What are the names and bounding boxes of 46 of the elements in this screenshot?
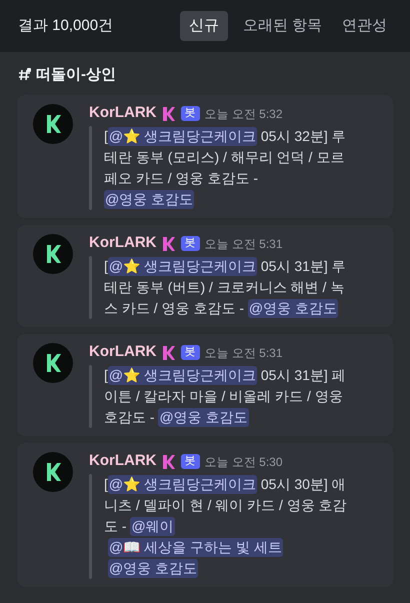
quote-bar xyxy=(89,256,92,318)
mention-link[interactable]: @영웅 호감도 xyxy=(108,558,198,578)
channel-name: 떠돌이-상인 xyxy=(36,65,116,85)
result-count: 결과 10,000건 xyxy=(18,16,114,36)
message-card[interactable]: KorLARK 봇 오늘 오전 5:30 [@⭐ 생크림당근케이크 05시 30분] 애니츠 / 델파이 현 / 웨이 카드 / 영웅 호감도 - @웨이 @📖 세상을 구하는 빛 세트 @영웅 호감도 xyxy=(17,442,393,586)
role-icon xyxy=(162,344,176,360)
mention-link[interactable]: @⭐ 생크림당근케이크 xyxy=(108,366,257,384)
bot-tag: 봇 xyxy=(180,345,200,360)
avatar-icon xyxy=(33,104,73,144)
sort-tab[interactable]: 오래된 항목 xyxy=(238,10,327,42)
mention-link[interactable]: @⭐ 생크림당근케이크 xyxy=(108,474,257,494)
avatar-icon xyxy=(33,234,73,274)
timestamp: 오늘 오전 5:30 xyxy=(204,454,283,470)
message-card[interactable]: KorLARK 봇 오늘 오전 5:31 [@⭐ 생크림당근케이크 05시 31분] 페이튼 / 칼라자 마을 / 비올레 카드 / 영웅 호감도 - @영웅 호감도 xyxy=(17,334,393,436)
avatar-icon xyxy=(33,452,73,492)
author-name[interactable]: KorLARK xyxy=(89,450,156,473)
timestamp: 오늘 오전 5:31 xyxy=(204,344,283,362)
bot-tag: 봇 xyxy=(180,106,200,121)
channel-hash-icon xyxy=(18,68,32,82)
mention-link[interactable]: @⭐ 생크림당근케이크 xyxy=(108,256,257,276)
quote-bar xyxy=(89,364,92,428)
timestamp: 오늘 오전 5:31 xyxy=(204,236,283,252)
role-icon xyxy=(162,454,176,470)
timestamp: 오늘 오전 5:32 xyxy=(204,106,283,122)
mention-link[interactable]: @영웅 호감도 xyxy=(248,298,338,318)
bot-tag: 봇 xyxy=(180,236,200,251)
role-icon xyxy=(162,236,176,252)
message-card[interactable]: KorLARK 봇 오늘 오전 5:32 [@⭐ 생크림당근케이크 05시 32분] 루테란 동부 (모리스) / 해무리 언덕 / 모르페오 카드 / 영웅 호감도 - @영웅 호감도 xyxy=(17,94,393,218)
sort-tab[interactable]: 연관성 xyxy=(337,10,392,42)
role-icon xyxy=(162,106,176,122)
author-name[interactable]: KorLARK xyxy=(89,102,156,125)
bot-tag: 봇 xyxy=(180,454,200,469)
mention-link[interactable]: @영웅 호감도 xyxy=(158,408,249,426)
message-card[interactable]: KorLARK 봇 오늘 오전 5:31 [@⭐ 생크림당근케이크 05시 31분] 루테란 동부 (버트) / 크로커니스 해변 / 녹스 카드 / 영웅 호감도 - @영웅 호감도 xyxy=(17,224,393,326)
mention-link[interactable]: @영웅 호감도 xyxy=(104,190,194,208)
author-name[interactable]: KorLARK xyxy=(89,232,156,255)
avatar-icon xyxy=(33,342,73,382)
message-text: [@⭐ 생크림당근케이크 05시 30분] 애니츠 / 델파이 현 / 웨이 카드 / 영웅 호감도 - @웨이 @📖 세상을 구하는 빛 세트 @영웅 호감도 xyxy=(104,474,348,578)
message-text: [@⭐ 생크림당근케이크 05시 31분] 루테란 동부 (버트) / 크로커니스 해변 / 녹스 카드 / 영웅 호감도 - @영웅 호감도 xyxy=(104,256,347,318)
author-name[interactable]: KorLARK xyxy=(89,341,156,364)
sort-tab[interactable]: 신규 xyxy=(180,10,228,42)
message-text: [@⭐ 생크림당근케이크 05시 31분] 페이튼 / 칼라자 마을 / 비올레 카드 / 영웅 호감도 - @영웅 호감도 xyxy=(104,364,347,428)
message-text: [@⭐ 생크림당근케이크 05시 32분] 루테란 동부 (모리스) / 해무리 언덕 / 모르페오 카드 / 영웅 호감도 - @영웅 호감도 xyxy=(104,126,347,210)
mention-link[interactable]: @⭐ 생크림당근케이크 xyxy=(108,126,257,146)
mention-link[interactable]: @📖 세상을 구하는 빛 세트 xyxy=(108,538,283,556)
mention-link[interactable]: @웨이 xyxy=(130,516,175,536)
